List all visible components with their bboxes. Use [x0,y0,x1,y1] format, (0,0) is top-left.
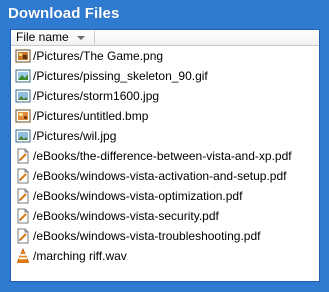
gif-image-icon [15,68,31,84]
pdf-document-icon [15,168,31,184]
file-name: /Pictures/wil.jpg [33,129,117,143]
file-row[interactable]: /Pictures/wil.jpg [11,126,319,146]
file-row[interactable]: /marching riff.wav [11,246,319,266]
file-row[interactable]: /Pictures/pissing_skeleton_90.gif [11,66,319,86]
file-name: /Pictures/pissing_skeleton_90.gif [33,69,208,83]
file-name: /Pictures/The Game.png [33,49,164,63]
file-row[interactable]: /Pictures/The Game.png [11,46,319,66]
bmp-image-icon [15,108,31,124]
sort-down-icon [77,36,85,40]
file-name: /eBooks/windows-vista-security.pdf [33,209,219,223]
file-list-panel: File name /Pictures/The Game.png /Pictur… [10,29,320,282]
file-row[interactable]: /Pictures/untitled.bmp [11,106,319,126]
file-name: /eBooks/windows-vista-optimization.pdf [33,189,243,203]
window-title: Download Files [8,5,120,22]
png-image-icon [15,48,31,64]
pdf-document-icon [15,208,31,224]
file-row[interactable]: /Pictures/storm1600.jpg [11,86,319,106]
file-row[interactable]: /eBooks/windows-vista-optimization.pdf [11,186,319,206]
file-row[interactable]: /eBooks/windows-vista-activation-and-set… [11,166,319,186]
file-name: /Pictures/storm1600.jpg [33,89,160,103]
file-rows: /Pictures/The Game.png /Pictures/pissing… [11,46,319,266]
file-name: /eBooks/windows-vista-troubleshooting.pd… [33,229,261,243]
pdf-document-icon [15,228,31,244]
file-name: /marching riff.wav [33,249,127,263]
file-row[interactable]: /eBooks/the-difference-between-vista-and… [11,146,319,166]
column-header-label: File name [16,30,69,44]
jpg-image-icon [15,88,31,104]
pdf-document-icon [15,188,31,204]
file-name: /eBooks/the-difference-between-vista-and… [33,149,292,163]
pdf-document-icon [15,148,31,164]
vlc-media-icon [15,247,31,264]
file-row[interactable]: /eBooks/windows-vista-security.pdf [11,206,319,226]
file-row[interactable]: /eBooks/windows-vista-troubleshooting.pd… [11,226,319,246]
file-name: /eBooks/windows-vista-activation-and-set… [33,169,287,183]
file-name: /Pictures/untitled.bmp [33,109,149,123]
jpg-image-icon [15,128,31,144]
column-header-file-name[interactable]: File name [11,30,95,45]
list-header: File name [11,30,319,46]
